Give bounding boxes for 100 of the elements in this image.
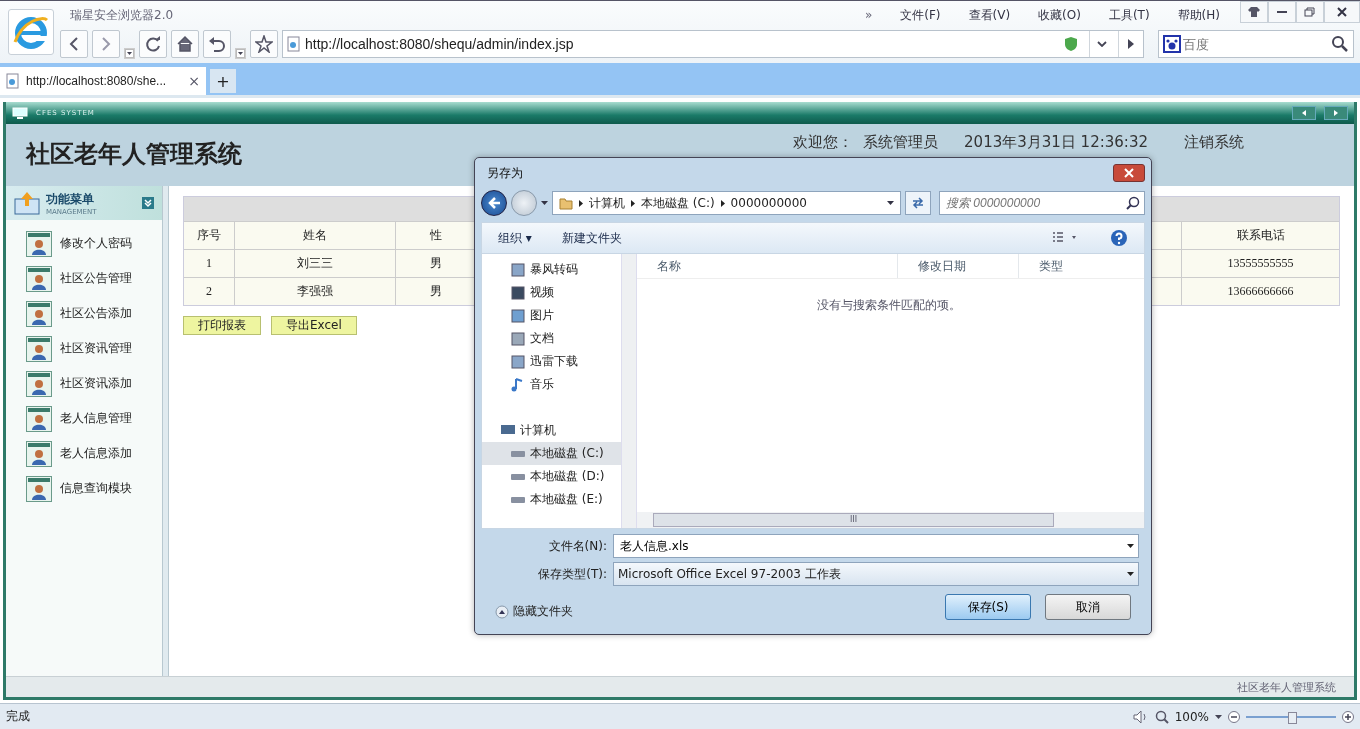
- path-segment[interactable]: 本地磁盘 (C:): [641, 194, 715, 212]
- chevron-right-icon[interactable]: [631, 199, 635, 207]
- user-card-icon: [26, 335, 52, 362]
- navigation-item[interactable]: 图片: [482, 304, 621, 327]
- address-field[interactable]: http://localhost:8080/shequ/admin/index.jsp: [282, 30, 1144, 58]
- new-tab-button[interactable]: +: [210, 69, 236, 93]
- zoom-slider[interactable]: [1246, 710, 1336, 723]
- menu-item[interactable]: 信息查询模块: [60, 480, 132, 497]
- path-segment[interactable]: 计算机: [589, 194, 625, 212]
- scrollbar[interactable]: [621, 254, 636, 528]
- back-button[interactable]: [481, 190, 507, 216]
- user-card-icon: [26, 475, 52, 502]
- left-arrow-icon: [1302, 110, 1306, 116]
- back-arrow-icon: [488, 197, 500, 209]
- column-header[interactable]: 修改日期: [898, 254, 1019, 278]
- menu-item[interactable]: 老人信息添加: [60, 445, 132, 462]
- shirt-icon: [1248, 7, 1260, 17]
- navigation-item[interactable]: 迅雷下载: [482, 350, 621, 373]
- scroll-right-button[interactable]: [1324, 106, 1348, 120]
- dropdown-caret-icon: [1127, 572, 1134, 576]
- dropdown-caret-icon[interactable]: [887, 201, 894, 205]
- collapse-icon[interactable]: [142, 197, 154, 209]
- minimize-button[interactable]: [1268, 1, 1296, 23]
- chevron-right-icon[interactable]: [579, 199, 583, 207]
- search-field[interactable]: 百度: [1181, 35, 1331, 53]
- dropdown-caret-icon[interactable]: [1127, 544, 1134, 548]
- table-cell: 李强强: [235, 278, 396, 305]
- navigation-item[interactable]: 视频: [482, 281, 621, 304]
- skin-button[interactable]: [1240, 1, 1268, 23]
- menu-item[interactable]: 社区公告管理: [60, 270, 132, 287]
- help-icon[interactable]: [1110, 229, 1128, 247]
- navigation-item[interactable]: 音乐: [482, 373, 621, 396]
- organize-button[interactable]: 组织 ▾: [498, 229, 532, 247]
- search-bar[interactable]: 百度: [1158, 30, 1354, 58]
- favorite-button[interactable]: [250, 30, 278, 58]
- search-icon: [1126, 196, 1140, 210]
- menu-item[interactable]: 帮助(H): [1177, 6, 1220, 24]
- dropdown-caret-icon[interactable]: [124, 48, 135, 59]
- more-menu[interactable]: »: [864, 8, 873, 22]
- menu-item[interactable]: 收藏(O): [1038, 6, 1081, 24]
- browser-title: 瑞星安全浏览器2.0: [70, 6, 174, 24]
- column-header[interactable]: 类型: [1019, 254, 1144, 278]
- chevron-right-icon[interactable]: [720, 199, 725, 207]
- menu-item[interactable]: 社区资讯添加: [60, 375, 132, 392]
- file-name-field[interactable]: 老人信息.xls: [618, 538, 1127, 554]
- zoom-out-icon[interactable]: [1228, 710, 1240, 723]
- column-header[interactable]: 名称: [637, 254, 898, 278]
- menu-item[interactable]: 修改个人密码: [60, 235, 132, 252]
- undo-button[interactable]: [203, 30, 231, 58]
- splitter-handle[interactable]: [163, 186, 169, 676]
- file-type-select[interactable]: Microsoft Office Excel 97-2003 工作表: [613, 562, 1139, 586]
- navigation-item[interactable]: 本地磁盘 (D:): [482, 465, 621, 488]
- menu-item[interactable]: 查看(V): [968, 6, 1011, 24]
- paw-icon[interactable]: [1163, 35, 1181, 53]
- swap-arrows-icon: [911, 196, 925, 210]
- refresh-button[interactable]: [139, 30, 167, 58]
- menu-item[interactable]: 文件(F): [900, 6, 941, 24]
- cancel-button[interactable]: 取消: [1045, 594, 1131, 620]
- file-name-box[interactable]: 老人信息.xls: [613, 534, 1139, 558]
- menu-item[interactable]: 工具(T): [1108, 6, 1150, 24]
- save-button[interactable]: 保存(S): [945, 594, 1031, 620]
- navigation-item[interactable]: 本地磁盘 (E:): [482, 488, 621, 511]
- menu-item[interactable]: 社区资讯管理: [60, 340, 132, 357]
- home-button[interactable]: [171, 30, 199, 58]
- hide-folders-toggle[interactable]: 隐藏文件夹: [495, 603, 573, 620]
- navigation-item[interactable]: 计算机: [482, 419, 621, 442]
- zoom-icon: [1154, 709, 1169, 724]
- dropdown-caret-icon[interactable]: [235, 48, 246, 59]
- path-segment[interactable]: 0000000000: [730, 196, 807, 210]
- logout-link[interactable]: 注销系统: [1184, 133, 1244, 151]
- zoom-in-icon[interactable]: [1342, 710, 1354, 723]
- status-text: 完成: [6, 708, 30, 725]
- refresh-button[interactable]: [905, 191, 931, 215]
- user-card-icon: [26, 405, 52, 432]
- action-button[interactable]: 打印报表: [183, 316, 261, 335]
- new-folder-button[interactable]: 新建文件夹: [561, 229, 622, 247]
- monitor-icon: [12, 107, 28, 119]
- dropdown-caret-icon[interactable]: [541, 201, 548, 205]
- dropdown-caret-icon[interactable]: [1215, 714, 1222, 719]
- navigation-item[interactable]: 文档: [482, 327, 621, 350]
- page-icon: [287, 36, 301, 52]
- navigation-item[interactable]: 暴风转码: [482, 258, 621, 281]
- search-field[interactable]: 搜索 0000000000: [944, 195, 1126, 211]
- browser-tab[interactable]: http://localhost:8080/she... ×: [0, 67, 206, 95]
- search-bar[interactable]: 搜索 0000000000: [939, 191, 1145, 215]
- action-button[interactable]: 导出Excel: [271, 316, 357, 335]
- menu-item[interactable]: 老人信息管理: [60, 410, 132, 427]
- tab-close-button[interactable]: ×: [188, 73, 200, 89]
- user-card-icon: [26, 370, 52, 397]
- close-button[interactable]: [1113, 164, 1145, 182]
- zoom-slider-thumb[interactable]: [1288, 711, 1297, 724]
- scroll-left-button[interactable]: [1292, 106, 1316, 120]
- speaker-icon[interactable]: [1132, 709, 1149, 724]
- zoom-level[interactable]: 100%: [1174, 709, 1209, 724]
- menu-item[interactable]: 社区公告添加: [60, 305, 132, 322]
- user-card-icon: [26, 265, 52, 292]
- navigation-item[interactable]: 本地磁盘 (C:): [482, 442, 621, 465]
- column-header: 姓名: [235, 222, 396, 249]
- refresh-icon: [144, 35, 162, 53]
- scrollbar[interactable]: III: [637, 512, 1144, 528]
